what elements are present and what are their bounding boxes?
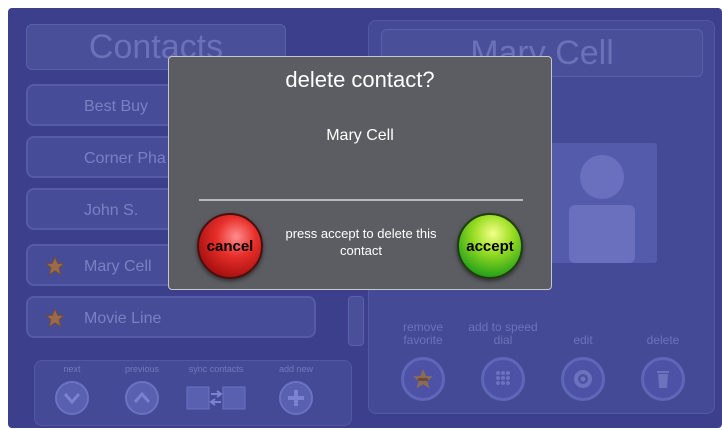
speed-dial-action: add to speed dial bbox=[465, 319, 541, 401]
dialog-contact-name: Mary Cell bbox=[326, 127, 394, 144]
chevron-up-icon bbox=[133, 391, 151, 403]
dialog-title: delete contact? bbox=[285, 67, 435, 92]
speed-dial-button[interactable] bbox=[481, 357, 525, 401]
avatar bbox=[547, 143, 657, 263]
remove-favorite-icon bbox=[413, 369, 433, 389]
add-new-tool: add new bbox=[261, 363, 331, 415]
delete-button[interactable] bbox=[641, 357, 685, 401]
next-tool: next bbox=[37, 363, 107, 415]
sync-contacts-button[interactable] bbox=[185, 381, 247, 415]
accept-button[interactable]: accept bbox=[457, 213, 523, 279]
star-icon bbox=[44, 307, 66, 328]
sync-label: sync contacts bbox=[188, 364, 244, 374]
dialog-message: press accept to delete this contact bbox=[285, 226, 437, 258]
scrollbar-thumb[interactable] bbox=[348, 296, 364, 346]
contact-name: Best Buy bbox=[84, 98, 149, 115]
previous-label: previous bbox=[124, 364, 160, 374]
contact-row-movie-line[interactable]: Movie Line bbox=[26, 296, 316, 338]
contact-name: John S. bbox=[84, 202, 139, 219]
next-label: next bbox=[63, 364, 81, 374]
previous-tool: previous bbox=[107, 363, 177, 415]
plus-icon bbox=[288, 390, 304, 406]
add-new-label: add new bbox=[278, 364, 314, 374]
next-button[interactable] bbox=[55, 381, 89, 415]
chevron-down-icon bbox=[63, 393, 81, 405]
delete-label: delete bbox=[646, 333, 680, 347]
contact-name: Corner Pha bbox=[84, 150, 166, 167]
sync-tool: sync contacts bbox=[181, 363, 251, 415]
add-new-button[interactable] bbox=[279, 381, 313, 415]
delete-action: delete bbox=[625, 319, 701, 401]
edit-button[interactable] bbox=[561, 357, 605, 401]
delete-confirm-dialog: delete contact? Mary Cell cancel press a… bbox=[168, 56, 552, 290]
remove-favorite-label: remove favorite bbox=[402, 320, 443, 347]
sync-icon bbox=[186, 386, 246, 410]
person-icon bbox=[569, 155, 635, 263]
dialog-divider bbox=[199, 199, 523, 201]
star-icon bbox=[44, 255, 66, 276]
contact-name: Mary Cell bbox=[84, 258, 152, 275]
trash-icon bbox=[657, 371, 669, 388]
remove-favorite-action: remove favorite bbox=[385, 319, 461, 401]
edit-label: edit bbox=[573, 333, 593, 347]
cancel-button[interactable]: cancel bbox=[197, 213, 263, 279]
keypad-icon bbox=[496, 371, 510, 385]
remove-favorite-button[interactable] bbox=[401, 357, 445, 401]
edit-action: edit bbox=[545, 319, 621, 401]
gear-icon bbox=[574, 370, 592, 388]
contacts-toolbar: next previous sync contacts add new bbox=[34, 360, 352, 426]
contact-name: Movie Line bbox=[84, 310, 162, 327]
previous-button[interactable] bbox=[125, 381, 159, 415]
speed-dial-label: add to speed dial bbox=[468, 320, 538, 347]
